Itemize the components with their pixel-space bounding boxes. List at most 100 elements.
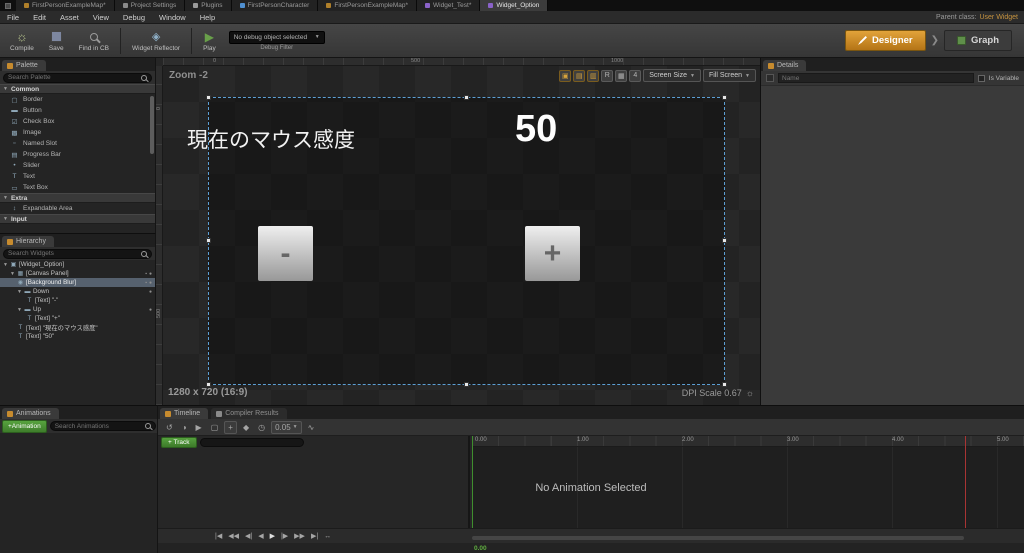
play-button[interactable]: ▶ <box>270 532 275 540</box>
mirror-icon[interactable]: ▥ <box>587 69 600 82</box>
doc-tab-firstpersonexamplemap-1[interactable]: FirstPersonExampleMap* <box>16 0 115 11</box>
palette-item-checkbox[interactable]: ☑ Check Box <box>0 116 155 127</box>
row-lock-eye-icons[interactable]: ▪ ● <box>145 271 152 277</box>
track-filter-input[interactable] <box>199 438 304 447</box>
palette-search-input[interactable] <box>8 74 139 81</box>
timeline-scrollbar[interactable] <box>472 536 964 540</box>
hierarchy-search-input[interactable] <box>8 250 139 257</box>
find-in-cb-button[interactable]: Find in CB <box>73 29 115 53</box>
keyframe-options-icon[interactable]: ◆ <box>240 422 252 433</box>
palette-item-slider[interactable]: • Slider <box>0 160 155 171</box>
add-track-button[interactable]: + Track <box>161 437 197 448</box>
next-key-button[interactable]: ▶▶ <box>294 532 305 540</box>
doc-tab-plugins[interactable]: Plugins <box>185 0 232 11</box>
palette-item-progress-bar[interactable]: ▤ Progress Bar <box>0 149 155 160</box>
doc-tab-widget-test[interactable]: Widget_Test* <box>417 0 481 11</box>
tab-palette[interactable]: Palette <box>2 60 46 71</box>
hierarchy-row-up[interactable]: ▼ ▬ Up ● <box>0 305 155 314</box>
menu-help[interactable]: Help <box>193 13 222 22</box>
palette-item-border[interactable]: ▢ Border <box>0 94 155 105</box>
designer-canvas[interactable]: 現在のマウス感度 50 - + Zoom -2 ▣ ▤ ▥ R ▦ 4 Scre… <box>163 66 760 405</box>
menu-edit[interactable]: Edit <box>26 13 53 22</box>
step-back-loop-button[interactable]: ◀◀ <box>228 532 239 540</box>
palette-item-button[interactable]: ▬ Button <box>0 105 155 116</box>
expander-icon[interactable]: ▼ <box>17 289 22 295</box>
hierarchy-row-text-50[interactable]: T [Text] "50" <box>0 332 155 341</box>
palette-item-text-box[interactable]: ▭ Text Box <box>0 182 155 193</box>
go-to-end-button[interactable]: ▶| <box>311 532 318 540</box>
loop-toggle-button[interactable]: ↔ <box>324 533 331 540</box>
palette-item-text[interactable]: T Text <box>0 171 155 182</box>
fill-screen-dropdown[interactable]: Fill Screen ▼ <box>702 69 756 82</box>
palette-item-image[interactable]: ▩ Image <box>0 127 155 138</box>
widget-name-input[interactable] <box>778 73 974 83</box>
resize-handle-ne[interactable] <box>722 95 727 100</box>
undo-icon[interactable]: ↺ <box>163 422 176 433</box>
screen-size-dropdown[interactable]: Screen Size ▼ <box>643 69 701 82</box>
go-to-start-button[interactable]: |◀ <box>215 532 222 540</box>
designer-mode-button[interactable]: Designer <box>844 30 926 51</box>
animations-search-input[interactable] <box>54 422 143 430</box>
palette-scrollbar[interactable] <box>150 96 154 154</box>
resolution-r-button[interactable]: R <box>601 69 614 82</box>
doc-tab-firstpersoncharacter[interactable]: FirstPersonCharacter <box>231 0 319 11</box>
palette-group-input[interactable]: ▼ Input <box>0 214 155 224</box>
row-lock-eye-icons[interactable]: ● <box>149 307 152 313</box>
play-options-icon[interactable]: ▶ <box>193 422 205 433</box>
play-button[interactable]: ▶ Play <box>197 29 222 53</box>
tab-animations[interactable]: Animations <box>2 408 59 419</box>
tab-hierarchy[interactable]: Hierarchy <box>2 236 54 247</box>
menu-debug[interactable]: Debug <box>116 13 152 22</box>
row-lock-eye-icons[interactable]: ● <box>149 289 152 295</box>
menu-view[interactable]: View <box>86 13 116 22</box>
hierarchy-row-down[interactable]: ▼ ▬ Down ● <box>0 287 155 296</box>
clock-icon[interactable]: ◷ <box>255 422 268 433</box>
expander-icon[interactable]: ▼ <box>17 307 22 313</box>
doc-tab-widget-option[interactable]: Widget_Option <box>480 0 549 11</box>
hierarchy-row-widget-option[interactable]: ▼ ▣ [Widget_Option] <box>0 260 155 269</box>
resize-handle-se[interactable] <box>722 382 727 387</box>
step-forward-button[interactable]: |▶ <box>281 532 288 540</box>
palette-group-common[interactable]: ▼ Common <box>0 84 155 94</box>
doc-tab-firstpersonexamplemap-2[interactable]: FirstPersonExampleMap* <box>318 0 418 11</box>
camera-icon[interactable]: ◑ <box>179 422 190 433</box>
expander-icon[interactable]: ▼ <box>10 271 15 277</box>
prev-key-button[interactable]: ◀| <box>245 532 252 540</box>
doc-tab-project-settings[interactable]: Project Settings <box>114 0 186 11</box>
palette-group-extra[interactable]: ▼ Extra <box>0 193 155 203</box>
add-animation-button[interactable]: +Animation <box>2 419 47 433</box>
resize-handle-n[interactable] <box>463 95 469 100</box>
row-lock-eye-icons[interactable]: ▪ ● <box>145 280 152 286</box>
tab-details[interactable]: Details <box>763 60 807 71</box>
hierarchy-row-text-minus[interactable]: T [Text] "-" <box>0 296 155 305</box>
resize-handle-e[interactable] <box>722 238 727 243</box>
localization-preview-icon[interactable]: ▣ <box>559 69 572 82</box>
snap-interval-dropdown[interactable]: 0.05 ▼ <box>271 420 302 434</box>
graph-mode-button[interactable]: Graph <box>944 30 1012 51</box>
menu-asset[interactable]: Asset <box>53 13 86 22</box>
grid-size-button[interactable]: 4 <box>629 69 642 82</box>
palette-item-expandable-area[interactable]: ↕ Expandable Area <box>0 203 155 214</box>
widget-reflector-button[interactable]: ◈ Widget Reflector <box>126 29 186 53</box>
expander-icon[interactable]: ▼ <box>3 262 8 268</box>
resize-handle-s[interactable] <box>463 382 469 387</box>
resize-handle-w[interactable] <box>206 238 211 243</box>
add-key-icon[interactable]: + <box>224 420 237 434</box>
menu-window[interactable]: Window <box>152 13 193 22</box>
render-movie-icon[interactable]: ▢ <box>208 422 222 433</box>
is-variable-checkbox[interactable] <box>977 74 985 82</box>
parent-class-value[interactable]: User Widget <box>979 14 1018 21</box>
resize-handle-nw[interactable] <box>206 95 211 100</box>
step-back-button[interactable]: ◀ <box>258 532 263 540</box>
flow-direction-icon[interactable]: ▤ <box>573 69 586 82</box>
debug-object-dropdown[interactable]: No debug object selected ▼ <box>228 30 325 44</box>
hierarchy-row-text-sensitivity[interactable]: T [Text] "現在のマウス感度" <box>0 323 155 333</box>
tab-compiler-results[interactable]: Compiler Results <box>211 408 287 419</box>
gear-icon[interactable]: ☼ <box>746 388 754 398</box>
hierarchy-row-background-blur[interactable]: ◉ [Background Blur] ▪ ● <box>0 278 155 287</box>
save-button[interactable]: Save <box>43 29 70 53</box>
palette-item-named-slot[interactable]: ▫ Named Slot <box>0 138 155 149</box>
curves-icon[interactable]: ∿ <box>305 422 318 433</box>
menu-file[interactable]: File <box>0 13 26 22</box>
time-ruler[interactable]: 0.00 1.00 2.00 3.00 4.00 5.00 <box>472 436 1024 447</box>
